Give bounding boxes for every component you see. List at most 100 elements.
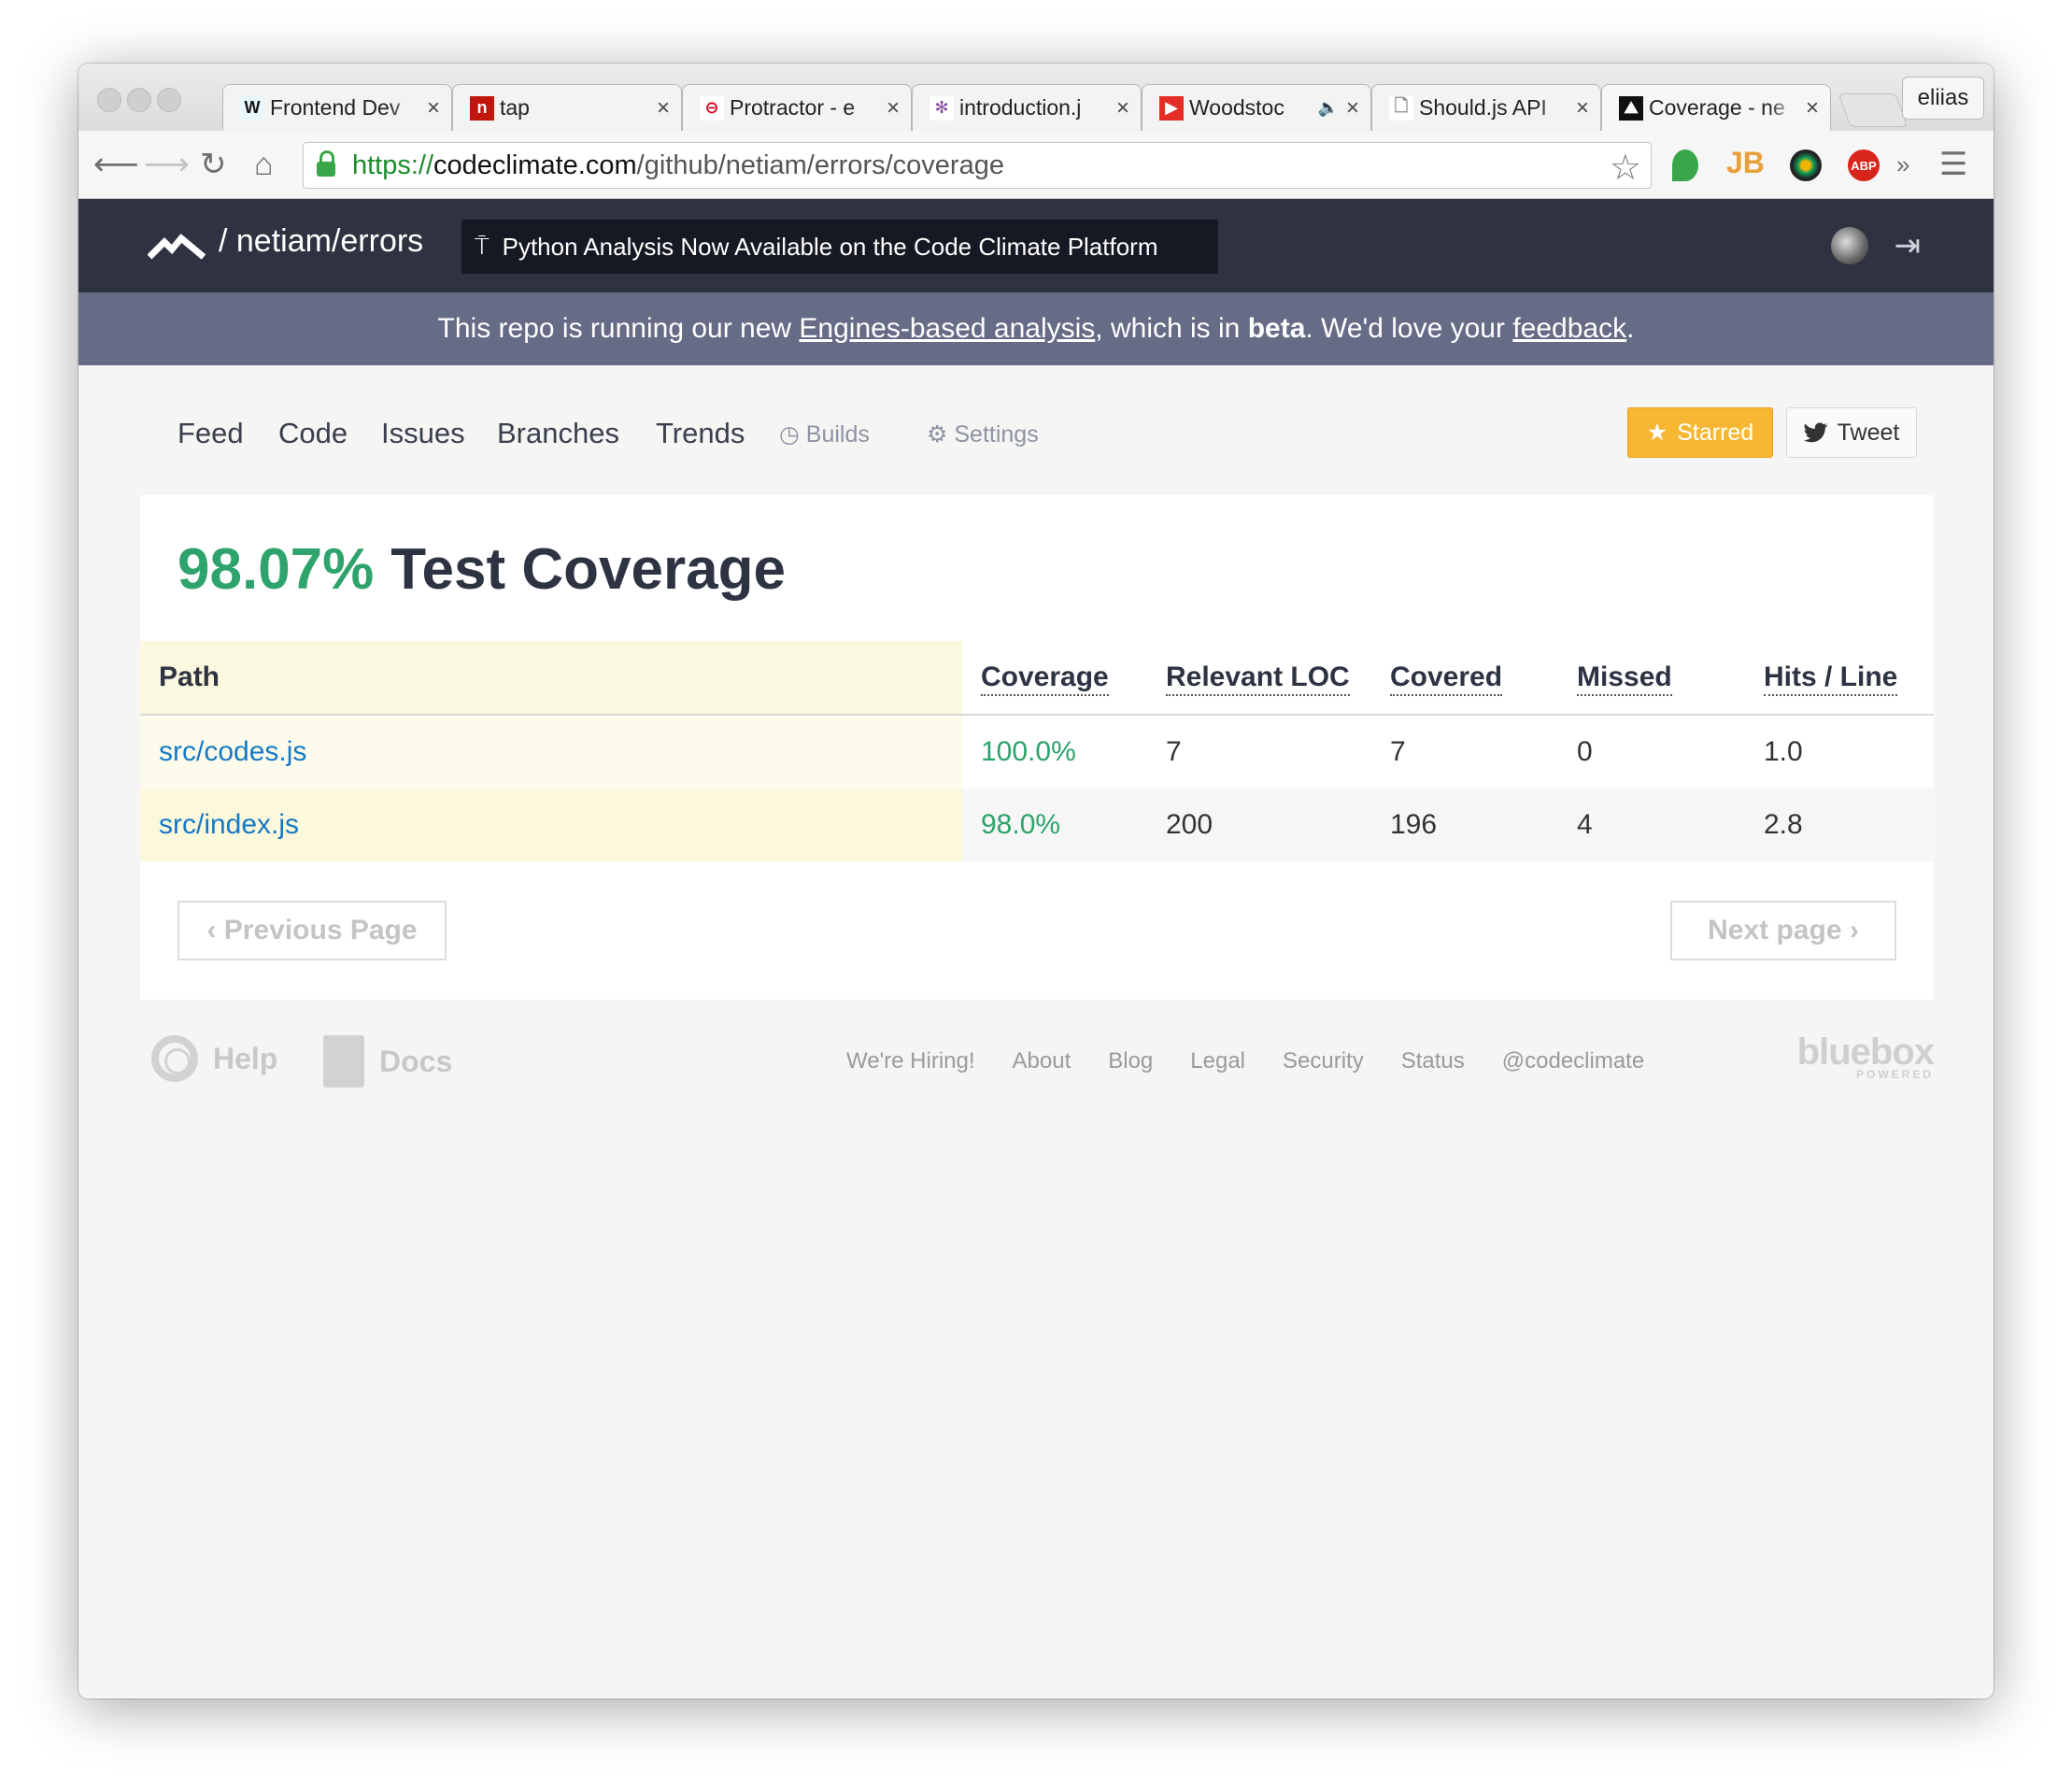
tweet-label: Tweet [1837,419,1900,446]
tab-title: Frontend Dev [270,95,401,120]
docs-link[interactable]: Docs [323,1035,452,1088]
banner-text: , which is in [1095,313,1248,344]
column-header-coverage[interactable]: Coverage [962,641,1153,716]
book-icon [323,1035,364,1088]
repo-name[interactable]: / netiam/errors [219,223,423,260]
minimize-window-button[interactable] [127,88,151,112]
file-link[interactable]: src/index.js [159,809,299,840]
nav-trends[interactable]: Trends [656,417,745,450]
tab-title: introduction.j [959,95,1082,120]
previous-page-button[interactable]: ‹ Previous Page [177,901,447,960]
tab-close-icon[interactable]: × [657,95,670,121]
bluebox-logo[interactable]: bluebox POWERED [1797,1031,1935,1081]
browser-tab[interactable]: 🗋 Should.js API × [1371,84,1601,131]
new-tab-button[interactable] [1838,93,1909,127]
footer-link-security[interactable]: Security [1283,1048,1364,1074]
feedback-link[interactable]: feedback [1512,313,1626,344]
nav-branches[interactable]: Branches [497,417,619,450]
footer-link-blog[interactable]: Blog [1108,1048,1153,1074]
column-header-missed-label: Missed [1577,661,1672,696]
nav-code[interactable]: Code [278,417,348,450]
previous-page-label: Previous Page [223,915,418,946]
column-header-coverage-label: Coverage [981,661,1109,696]
announcement-banner[interactable]: ⍑ Python Analysis Now Available on the C… [461,220,1218,274]
nav-issues[interactable]: Issues [381,417,465,450]
tab-close-icon[interactable]: × [887,95,900,121]
missed-cell: 4 [1577,789,1764,861]
tab-close-icon[interactable]: × [1116,95,1129,121]
broadcast-icon: ⍑ [475,232,490,260]
tab-close-icon[interactable]: × [427,95,440,121]
url-host: codeclimate.com [433,149,637,180]
browser-window: W Frontend Dev × n tap × ⊖ Protractor - e × ✻ intr… [78,64,1994,1699]
app-header: / netiam/errors ⍑ Python Analysis Now Av… [78,199,1994,292]
relevant-loc-cell: 7 [1166,736,1182,767]
browser-tab[interactable]: ⊖ Protractor - e × [682,84,912,131]
starred-button[interactable]: ★ Starred [1627,407,1773,458]
nav-builds[interactable]: ◷ Builds [779,420,870,448]
address-bar[interactable]: https:// codeclimate.com /github/netiam/… [303,142,1652,189]
coverage-cell: 98.0% [962,789,1153,861]
color-picker-extension-icon[interactable] [1790,149,1822,181]
nav-settings[interactable]: ⚙ Settings [927,420,1039,448]
home-icon[interactable]: ⌂ [254,148,274,181]
column-header-hits-label: Hits / Line [1764,661,1898,696]
avatar[interactable] [1831,227,1868,264]
zoom-window-button[interactable] [157,88,181,112]
column-header-missed[interactable]: Missed [1577,641,1764,716]
help-label: Help [213,1041,278,1075]
browser-tab[interactable]: ⛰ Coverage - ne × [1601,84,1831,131]
column-header-path[interactable]: Path [140,641,962,716]
column-header-covered[interactable]: Covered [1390,641,1577,716]
next-page-button[interactable]: Next page › [1670,901,1896,960]
reload-icon[interactable]: ↻ [200,148,227,181]
footer-link-legal[interactable]: Legal [1190,1048,1245,1074]
column-header-relevant-loc-label: Relevant LOC [1166,661,1350,696]
menu-icon[interactable]: ☰ [1939,148,1967,181]
hits-cell: 1.0 [1764,736,1803,767]
tab-close-icon[interactable]: × [1346,95,1359,121]
file-path-cell: src/codes.js [140,715,962,789]
sign-in-icon[interactable]: ⇥ [1895,227,1922,264]
tab-close-icon[interactable]: × [1576,95,1589,121]
nav-feed[interactable]: Feed [177,417,244,450]
codeclimate-logo-icon[interactable] [148,231,206,263]
footer-link-hiring[interactable]: We're Hiring! [846,1048,975,1074]
adblock-extension-icon[interactable]: ABP [1848,149,1880,181]
tab-title: Should.js API [1419,95,1547,120]
column-header-relevant-loc[interactable]: Relevant LOC [1153,641,1390,716]
nav-builds-label: Builds [805,421,870,448]
tab-close-icon[interactable]: × [1806,95,1819,121]
starred-label: Starred [1677,419,1754,446]
engines-analysis-link[interactable]: Engines-based analysis [799,313,1095,344]
browser-tab[interactable]: ▶ Woodstoc 🔈 × [1142,84,1371,131]
browser-tab[interactable]: ✻ introduction.j × [912,84,1142,131]
back-icon[interactable]: ⟵ [93,148,139,181]
banner-text: . We'd love your [1305,313,1513,344]
jetbrains-extension-icon[interactable]: JB [1726,146,1765,179]
chevron-left-icon: ‹ [206,915,217,946]
footer-link-twitter[interactable]: @codeclimate [1502,1048,1644,1074]
audio-playing-icon[interactable]: 🔈 [1318,98,1339,118]
bookmark-star-icon[interactable]: ☆ [1610,147,1641,189]
file-link[interactable]: src/codes.js [159,736,306,767]
browser-tab[interactable]: n tap × [452,84,682,131]
tweet-button[interactable]: Tweet [1786,407,1917,458]
close-window-button[interactable] [97,88,121,112]
hits-cell: 2.8 [1764,789,1934,861]
covered-cell: 7 [1390,736,1406,767]
tab-favicon-icon: ✻ [930,95,954,121]
footer-link-about[interactable]: About [1013,1048,1071,1074]
evernote-extension-icon[interactable] [1672,149,1698,181]
extensions-overflow-icon[interactable]: » [1896,148,1909,181]
forward-icon[interactable]: ⟶ [144,148,190,181]
footer-link-status[interactable]: Status [1401,1048,1465,1074]
browser-toolbar: ⟵ ⟶ ↻ ⌂ https:// codeclimate.com /github… [78,131,1994,199]
column-header-hits-per-line[interactable]: Hits / Line [1764,641,1934,716]
help-link[interactable]: Help [151,1035,277,1082]
tab-favicon-icon: n [470,95,494,121]
browser-tab[interactable]: W Frontend Dev × [222,84,452,131]
tab-title: Protractor - e [730,95,856,120]
profile-button[interactable]: eliias [1902,77,1984,120]
tab-strip: W Frontend Dev × n tap × ⊖ Protractor - e × ✻ intr… [78,64,1994,131]
